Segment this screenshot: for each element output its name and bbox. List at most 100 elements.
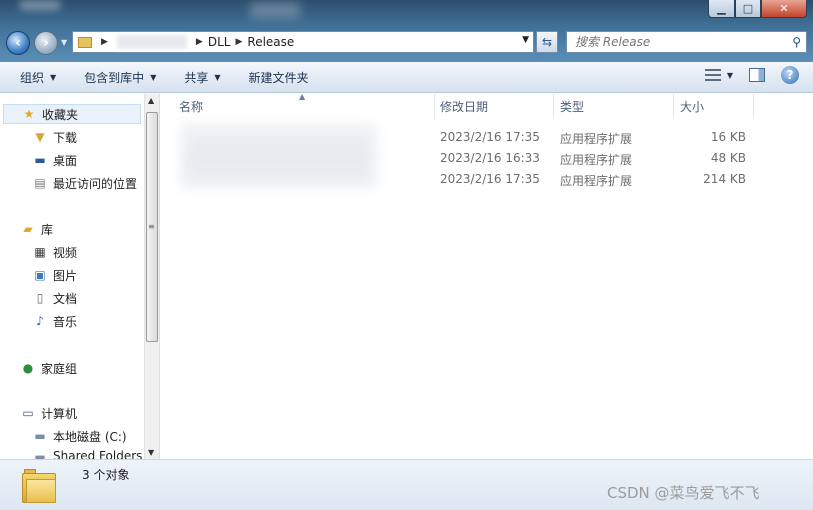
forward-arrow-icon: › [43, 35, 49, 51]
column-header-modified[interactable]: 修改日期 [434, 94, 554, 119]
sidebar-item-label: 文档 [53, 291, 78, 306]
new-folder-button[interactable]: 新建文件夹 [239, 65, 319, 89]
video-icon: ▦ [34, 245, 46, 259]
table-row[interactable]: 2023/2/16 17:35 应用程序扩展 16 KB [161, 127, 813, 148]
column-label: 名称 [179, 100, 204, 114]
sidebar-item-pictures[interactable]: ▣ 图片 [32, 265, 77, 285]
document-icon: ▯ [36, 291, 44, 305]
desktop-icon: ▬ [34, 153, 46, 167]
pictures-icon: ▣ [34, 268, 46, 282]
back-arrow-icon: ‹ [15, 35, 21, 51]
command-bar: 组织 ▼ 包含到库中 ▼ 共享 ▼ 新建文件夹 ▼ ? [0, 62, 813, 93]
include-in-library-label: 包含到库中 [84, 70, 145, 85]
include-in-library-menu[interactable]: 包含到库中 ▼ [74, 65, 166, 89]
navigation-pane: ★ 收藏夹 ▼ 下载 ▬ 桌面 ▤ 最近访问的位置 ▰ 库 ▦ 视频 ▣ 图片 … [0, 94, 160, 459]
disk-drive-icon: ▬ [34, 429, 46, 443]
search-icon[interactable]: ⚲ [792, 35, 801, 49]
file-size: 48 KB [710, 151, 746, 165]
scroll-up-icon[interactable]: ▲ [148, 96, 154, 105]
new-folder-label: 新建文件夹 [248, 70, 309, 85]
chevron-down-icon: ▼ [150, 72, 157, 82]
preview-pane-icon[interactable] [749, 68, 765, 82]
sidebar-item-label: 家庭组 [41, 361, 78, 376]
help-icon[interactable]: ? [781, 66, 799, 84]
network-drive-icon: ▬ [34, 450, 46, 459]
sidebar-item-favorites[interactable]: ★ 收藏夹 [3, 104, 141, 124]
table-row[interactable]: 2023/2/16 17:35 应用程序扩展 214 KB [161, 169, 813, 190]
scrollbar-grip-icon: ≡ [148, 222, 155, 231]
music-icon: ♪ [36, 314, 44, 328]
sidebar-item-local-disk[interactable]: ▬ 本地磁盘 (C:) [32, 426, 127, 446]
breadcrumb-separator-icon[interactable]: ▶ [235, 37, 242, 47]
item-count: 3 个对象 [82, 468, 130, 482]
sidebar-item-label: Shared Folders [53, 449, 143, 459]
blurred-title-icon [250, 2, 300, 18]
sidebar-item-label: 桌面 [53, 153, 78, 168]
back-button[interactable]: ‹ [6, 31, 30, 55]
sidebar-item-downloads[interactable]: ▼ 下载 [32, 127, 77, 147]
file-modified: 2023/2/16 16:33 [440, 151, 540, 165]
library-icon: ▰ [23, 222, 33, 236]
blurred-breadcrumb[interactable] [116, 35, 187, 49]
minimize-button[interactable]: ▁ [708, 0, 735, 18]
sidebar-item-label: 库 [41, 222, 54, 237]
sidebar-item-homegroup[interactable]: ● 家庭组 [20, 358, 77, 378]
chevron-down-icon: ▼ [214, 72, 221, 82]
breadcrumb-separator-icon[interactable]: ▶ [196, 37, 203, 47]
share-label: 共享 [184, 70, 209, 85]
breadcrumb-separator-icon[interactable]: ▶ [101, 37, 108, 47]
search-box[interactable]: ⚲ [566, 31, 807, 53]
sidebar-item-libraries[interactable]: ▰ 库 [20, 219, 53, 239]
sidebar-item-label: 最近访问的位置 [53, 176, 138, 191]
search-input[interactable] [575, 35, 775, 49]
file-type: 应用程序扩展 [560, 153, 633, 167]
sidebar-item-recent-places[interactable]: ▤ 最近访问的位置 [32, 173, 137, 193]
chevron-down-icon: ▼ [50, 72, 57, 82]
organize-label: 组织 [20, 70, 45, 85]
recent-places-icon: ▤ [34, 176, 46, 190]
column-header-name[interactable]: 名称 [173, 94, 435, 119]
change-view-button[interactable]: ▼ [704, 69, 733, 81]
file-size: 214 KB [703, 172, 746, 186]
breadcrumb-dll[interactable]: DLL [208, 35, 231, 49]
sidebar-item-computer[interactable]: ▭ 计算机 [20, 403, 77, 423]
file-list: ▲ 名称 修改日期 类型 大小 2023/2/16 17:35 应用程序扩展 1… [161, 92, 813, 459]
recent-pages-dropdown-icon[interactable]: ▼ [61, 38, 67, 47]
file-modified: 2023/2/16 17:35 [440, 130, 540, 144]
maximize-button[interactable]: □ [735, 0, 761, 18]
sidebar-item-label: 本地磁盘 (C:) [53, 429, 127, 444]
refresh-button[interactable]: ⇆ [536, 31, 558, 53]
folder-icon [78, 36, 92, 48]
watermark: CSDN @菜鸟爱飞不飞 [607, 484, 760, 502]
table-row[interactable]: 2023/2/16 16:33 应用程序扩展 48 KB [161, 148, 813, 169]
sidebar-item-videos[interactable]: ▦ 视频 [32, 242, 77, 262]
file-type: 应用程序扩展 [560, 174, 633, 188]
scroll-down-icon[interactable]: ▼ [148, 448, 154, 457]
share-menu[interactable]: 共享 ▼ [174, 65, 230, 89]
column-label: 大小 [680, 100, 705, 114]
refresh-icon: ⇆ [541, 35, 553, 49]
blurred-title [20, 0, 60, 10]
forward-button[interactable]: › [34, 31, 58, 55]
sidebar-item-label: 收藏夹 [42, 107, 79, 122]
column-header-size[interactable]: 大小 [674, 94, 754, 119]
sidebar-item-documents[interactable]: ▯ 文档 [32, 288, 77, 308]
sidebar-item-desktop[interactable]: ▬ 桌面 [32, 150, 77, 170]
address-bar[interactable]: ▶ ▶ DLL ▶ Release ▼ [72, 31, 534, 53]
close-button[interactable]: ✕ [761, 0, 807, 18]
navigation-scrollbar[interactable]: ▲ ≡ ▼ [144, 94, 159, 459]
column-label: 类型 [560, 100, 585, 114]
column-header-type[interactable]: 类型 [554, 94, 674, 119]
sidebar-item-music[interactable]: ♪ 音乐 [32, 311, 77, 331]
address-dropdown-icon[interactable]: ▼ [522, 35, 529, 45]
sidebar-item-shared-folders[interactable]: ▬ Shared Folders [32, 449, 142, 459]
computer-icon: ▭ [22, 406, 34, 420]
sidebar-item-label: 音乐 [53, 314, 78, 329]
breadcrumb-release[interactable]: Release [247, 35, 294, 49]
details-view-icon [704, 69, 721, 81]
organize-menu[interactable]: 组织 ▼ [10, 65, 66, 89]
window-controls: ▁ □ ✕ [708, 0, 807, 18]
folder-icon [22, 469, 58, 505]
sidebar-item-label: 图片 [53, 268, 78, 283]
file-type: 应用程序扩展 [560, 132, 633, 146]
